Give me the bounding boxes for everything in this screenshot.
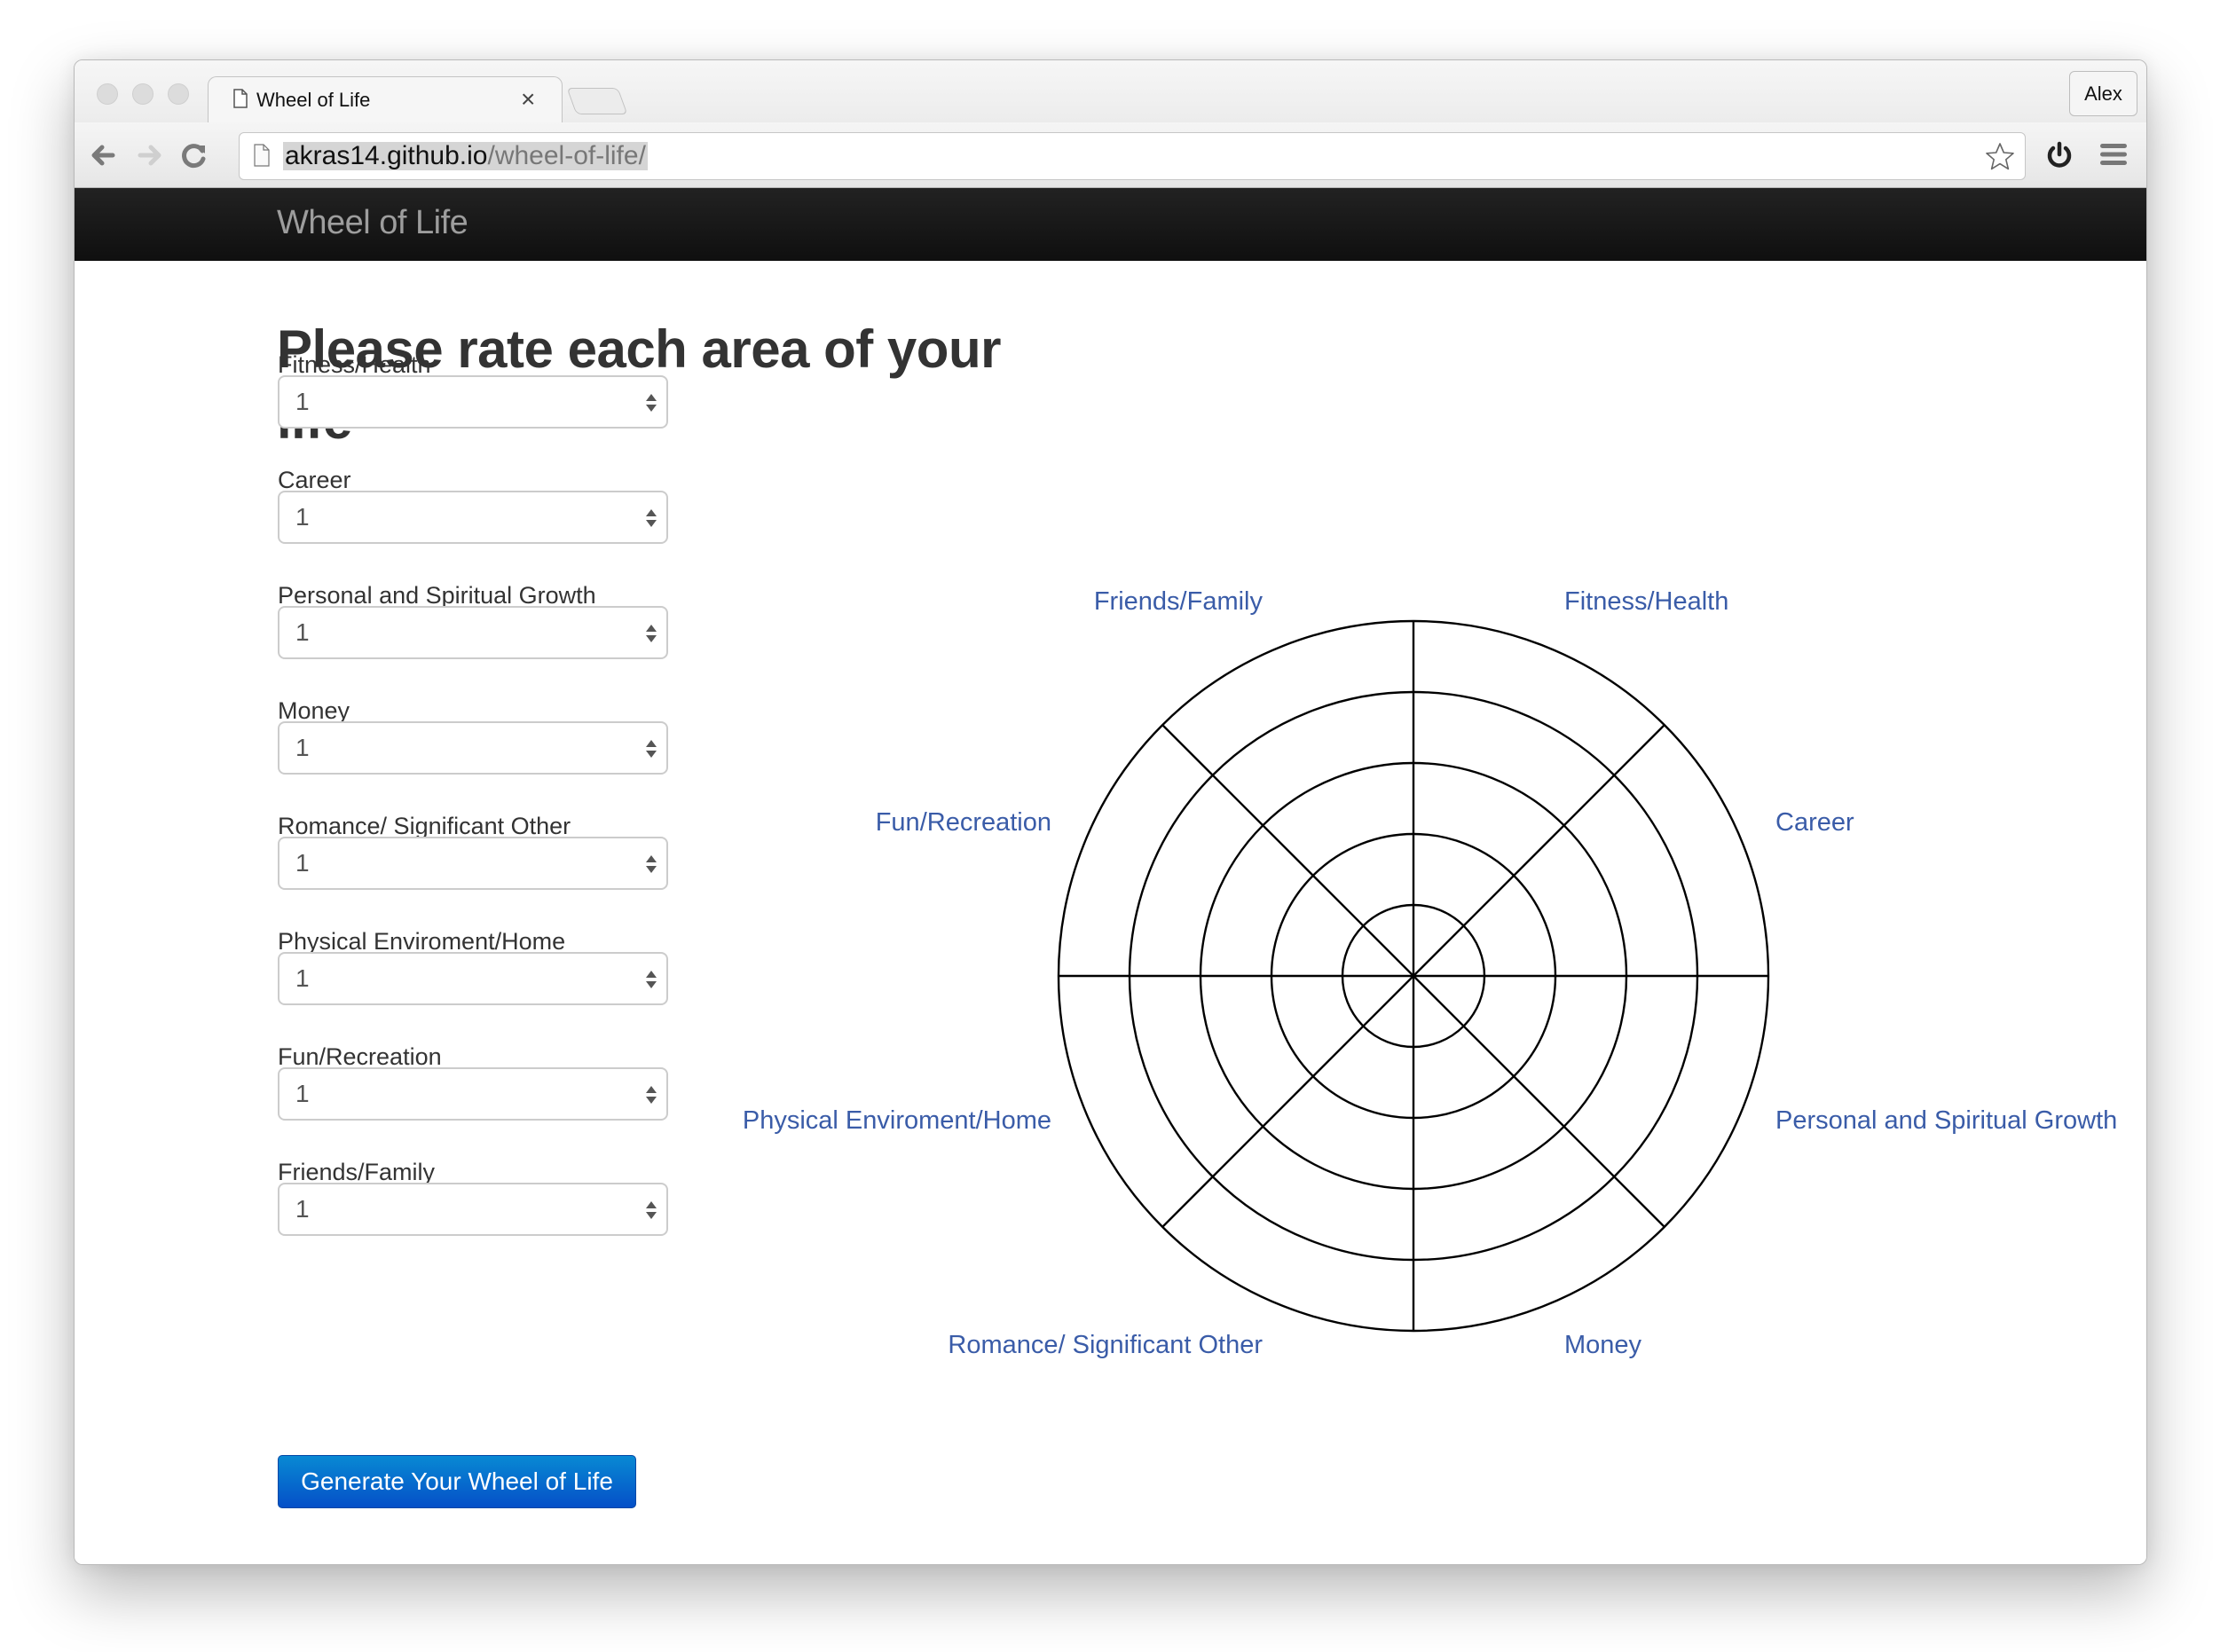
page-icon (233, 89, 248, 108)
wheel-ring-4 (1128, 690, 1699, 1262)
reload-icon[interactable] (179, 140, 209, 170)
bookmark-star-icon[interactable] (1984, 141, 2016, 173)
wheel-spoke (1413, 724, 1665, 977)
tab-wheel-of-life[interactable]: Wheel of Life × (208, 76, 563, 123)
tab-title: Wheel of Life (256, 89, 371, 111)
profile-button[interactable]: Alex (2069, 71, 2137, 116)
site-navbar: Wheel of Life (75, 188, 2146, 262)
wheel-spoke (1413, 975, 1665, 1228)
address-bar[interactable]: akras14.github.io/wheel-of-life/ (239, 132, 2026, 180)
minimize-window-button[interactable] (132, 83, 154, 105)
maximize-window-button[interactable] (168, 83, 189, 105)
wheel-spoke (1161, 724, 1414, 977)
wheel-ring-2 (1270, 832, 1557, 1120)
url-text[interactable]: akras14.github.io/wheel-of-life/ (283, 142, 648, 170)
wheel-ring-3 (1199, 761, 1628, 1191)
browser-window: Wheel of Life × Alex akras14.github.io/w… (74, 59, 2147, 1565)
wheel-category-label[interactable]: Romance/ Significant Other (948, 1331, 1263, 1360)
navbar-brand[interactable]: Wheel of Life (277, 204, 468, 242)
tab-strip: Wheel of Life × Alex (75, 60, 2146, 123)
wheel-category-label[interactable]: Personal and Spiritual Growth (1775, 1106, 2117, 1136)
browser-toolbar: akras14.github.io/wheel-of-life/ (75, 122, 2146, 188)
wheel-ring-1 (1341, 903, 1486, 1049)
page-content: Please rate each area of your life Fitne… (75, 261, 2146, 1564)
wheel-category-label[interactable]: Physical Enviroment/Home (743, 1106, 1051, 1136)
wheel-category-label[interactable]: Fitness/Health (1564, 587, 1728, 617)
close-window-button[interactable] (97, 83, 118, 105)
wheel-category-label[interactable]: Career (1775, 808, 1854, 838)
wheel-ring-5 (1057, 619, 1770, 1333)
hamburger-menu-icon[interactable] (2099, 142, 2128, 167)
wheel-category-label[interactable]: Friends/Family (1094, 587, 1263, 617)
close-tab-icon[interactable]: × (521, 85, 535, 114)
page-icon (254, 144, 270, 167)
wheel-category-label[interactable]: Fun/Recreation (876, 808, 1051, 838)
url-path: /wheel-of-life/ (487, 141, 646, 170)
wheel-category-label[interactable]: Money (1564, 1331, 1641, 1360)
back-arrow-icon[interactable] (88, 140, 118, 170)
wheel-svg (1057, 619, 1770, 1333)
url-host: akras14.github.io (285, 141, 488, 170)
forward-arrow-icon[interactable] (135, 140, 165, 170)
new-tab-button[interactable] (566, 88, 628, 114)
power-icon[interactable] (2044, 140, 2074, 170)
wheel-spoke (1161, 975, 1414, 1228)
wheel-chart: Fitness/Health Career Personal and Spiritu… (75, 261, 2146, 1564)
